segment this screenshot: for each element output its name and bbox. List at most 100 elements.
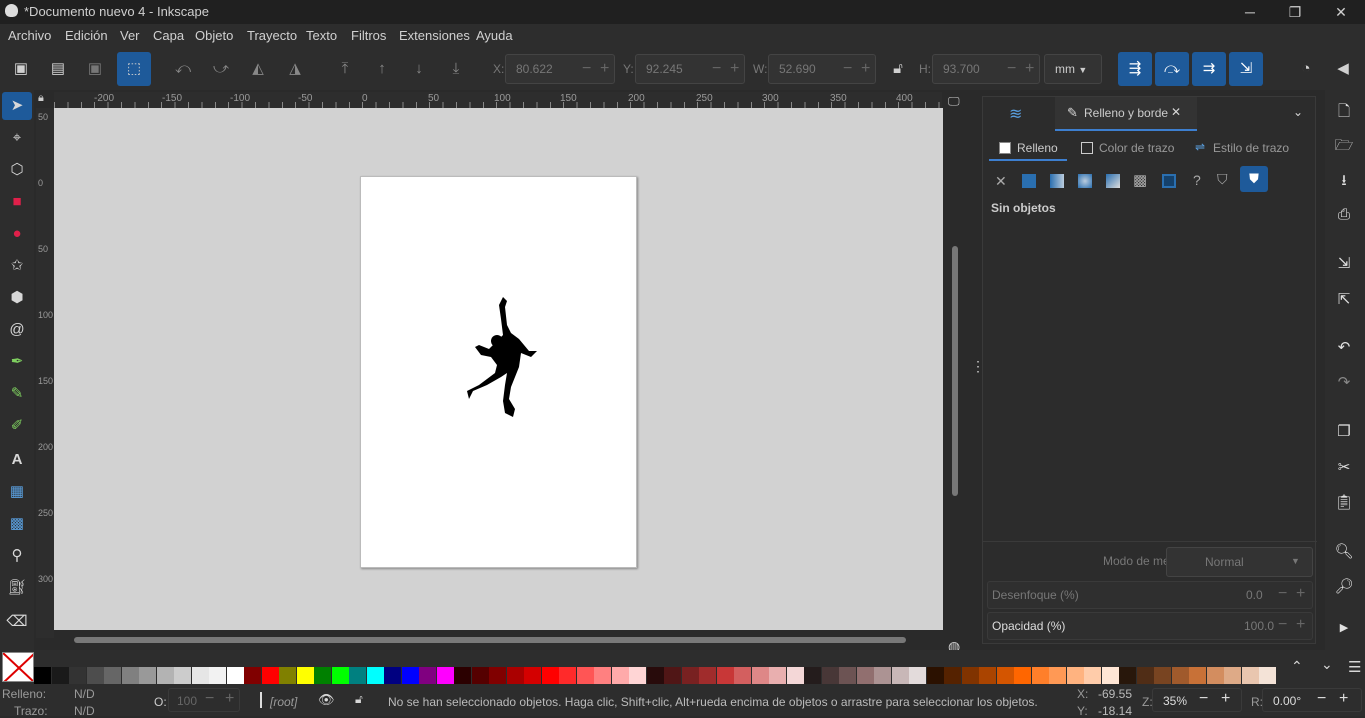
opacity-status-plus[interactable]: +	[225, 690, 234, 708]
deselect-icon[interactable]: ▣	[80, 54, 110, 84]
color-swatch[interactable]	[314, 667, 331, 684]
drawing-canvas[interactable]	[54, 108, 943, 630]
color-swatch[interactable]	[769, 667, 786, 684]
color-swatch[interactable]	[1189, 667, 1206, 684]
color-swatch[interactable]	[786, 667, 804, 684]
color-swatch[interactable]	[664, 667, 681, 684]
touch-select-icon[interactable]: ⬚	[117, 52, 151, 86]
rotate-cw-icon[interactable]: ⤻	[206, 54, 236, 84]
calligraphy-tool-icon[interactable]: ✐	[2, 412, 32, 440]
color-swatch[interactable]	[1066, 667, 1084, 684]
color-swatch[interactable]	[611, 667, 629, 684]
color-swatch[interactable]	[1241, 667, 1259, 684]
select-all-icon[interactable]: ▣	[6, 54, 36, 84]
subtab-fill[interactable]: Relleno	[989, 137, 1067, 161]
duplicate-icon[interactable]: ❐	[1330, 419, 1358, 445]
color-swatch[interactable]	[979, 667, 996, 684]
color-swatch[interactable]	[104, 667, 121, 684]
menu-filtros[interactable]: Filtros	[351, 28, 386, 43]
pattern-icon[interactable]: ▩	[1133, 171, 1147, 189]
h-field[interactable]: 93.700− +	[932, 54, 1040, 84]
blur-increment[interactable]: +	[1296, 585, 1305, 603]
raise-icon[interactable]: ↑	[367, 54, 397, 84]
color-swatch[interactable]	[471, 667, 489, 684]
raise-to-top-icon[interactable]: ⤒	[330, 54, 360, 84]
color-swatch[interactable]	[1171, 667, 1189, 684]
color-swatch[interactable]	[174, 667, 191, 684]
flip-horizontal-icon[interactable]: ◭	[243, 54, 273, 84]
color-swatch[interactable]	[51, 667, 69, 684]
close-tab-icon[interactable]: ✕	[1171, 105, 1181, 119]
color-swatch[interactable]	[699, 667, 716, 684]
scale-corners-icon[interactable]: ⤼	[1155, 52, 1189, 86]
scale-stroke-icon[interactable]: ⇶	[1118, 52, 1152, 86]
export-icon[interactable]: ⇱	[1330, 287, 1358, 313]
color-swatch[interactable]	[366, 667, 384, 684]
expand-toolbar-icon[interactable]: ◀	[1328, 54, 1358, 84]
lock-icon[interactable]: 🔓︎	[883, 54, 913, 84]
mesh-tool-icon[interactable]: ▩	[2, 510, 32, 538]
pen-tool-icon[interactable]: ✒	[2, 348, 32, 376]
no-paint-icon[interactable]: ✕	[995, 173, 1007, 190]
linear-gradient-icon[interactable]	[1050, 174, 1064, 188]
menu-ayuda[interactable]: Ayuda	[476, 28, 513, 43]
color-swatch[interactable]	[261, 667, 279, 684]
lower-icon[interactable]: ↓	[404, 54, 434, 84]
color-swatch[interactable]	[874, 667, 891, 684]
eraser-tool-icon[interactable]: ⌫	[2, 608, 32, 636]
layers-tab[interactable]: ≋	[983, 97, 1053, 131]
color-swatch[interactable]	[1136, 667, 1154, 684]
pencil-tool-icon[interactable]: ✎	[2, 380, 32, 408]
color-swatch[interactable]	[629, 667, 646, 684]
color-swatch[interactable]	[594, 667, 611, 684]
color-swatch[interactable]	[839, 667, 856, 684]
vertical-scrollbar[interactable]: ◍	[943, 108, 968, 654]
color-swatch[interactable]	[506, 667, 524, 684]
opacity-field[interactable]: Opacidad (%) 100.0 − +	[987, 612, 1313, 640]
layer-lock-icon[interactable]: 🔓︎	[355, 692, 363, 707]
color-swatch[interactable]	[86, 667, 104, 684]
blur-field[interactable]: Desenfoque (%) 0.0 − +	[987, 581, 1313, 609]
palette-menu-icon[interactable]: ☰	[1348, 658, 1361, 676]
color-swatch[interactable]	[681, 667, 699, 684]
color-swatch[interactable]	[944, 667, 961, 684]
zoom-drawing-icon[interactable]: 🔎︎	[1330, 574, 1358, 600]
print-icon[interactable]: ⎙	[1330, 202, 1358, 228]
color-swatch[interactable]	[121, 667, 139, 684]
text-tool-icon[interactable]: A	[2, 446, 32, 474]
radial-gradient-icon[interactable]	[1078, 174, 1092, 188]
flat-color-icon[interactable]	[1022, 174, 1036, 188]
lower-to-bottom-icon[interactable]: ⤓	[441, 54, 471, 84]
menu-archivo[interactable]: Archivo	[8, 28, 51, 43]
import-icon[interactable]: ⇲	[1330, 251, 1358, 277]
paint-bucket-tool-icon[interactable]: ⛽︎	[2, 574, 32, 602]
close-window-button[interactable]: ✕	[1326, 2, 1356, 22]
color-swatch[interactable]	[401, 667, 419, 684]
color-swatch[interactable]	[804, 667, 821, 684]
node-tool-icon[interactable]: ⌖	[2, 124, 32, 152]
color-swatch[interactable]	[1206, 667, 1224, 684]
color-swatch[interactable]	[156, 667, 174, 684]
swatch-icon[interactable]	[1162, 174, 1176, 188]
cut-icon[interactable]: ✂	[1330, 455, 1358, 481]
redo-icon[interactable]: ↷	[1330, 370, 1358, 396]
blend-mode-select[interactable]: Normal ▼	[1166, 547, 1313, 577]
x-field[interactable]: 80.622− +	[505, 54, 615, 84]
maximize-button[interactable]: ❐	[1280, 2, 1310, 22]
color-swatch[interactable]	[1154, 667, 1171, 684]
rotate-ccw-icon[interactable]: ⤺	[168, 54, 198, 84]
color-swatch[interactable]	[961, 667, 979, 684]
opacity-decrement[interactable]: −	[1278, 616, 1287, 634]
color-swatch[interactable]	[69, 667, 86, 684]
paste-icon[interactable]: 📋︎	[1330, 490, 1358, 516]
undo-icon[interactable]: ↶	[1330, 335, 1358, 361]
color-swatch[interactable]	[559, 667, 576, 684]
color-swatch[interactable]	[296, 667, 314, 684]
dropper-tool-icon[interactable]: ⚲	[2, 542, 32, 570]
move-patterns-icon[interactable]: ⇲	[1229, 52, 1263, 86]
move-gradients-icon[interactable]: ⇉	[1192, 52, 1226, 86]
w-field[interactable]: 52.690− +	[768, 54, 876, 84]
color-swatch[interactable]	[1031, 667, 1049, 684]
fill-rule-nonzero-icon[interactable]: ⛊	[1240, 166, 1268, 192]
color-swatch[interactable]	[331, 667, 349, 684]
